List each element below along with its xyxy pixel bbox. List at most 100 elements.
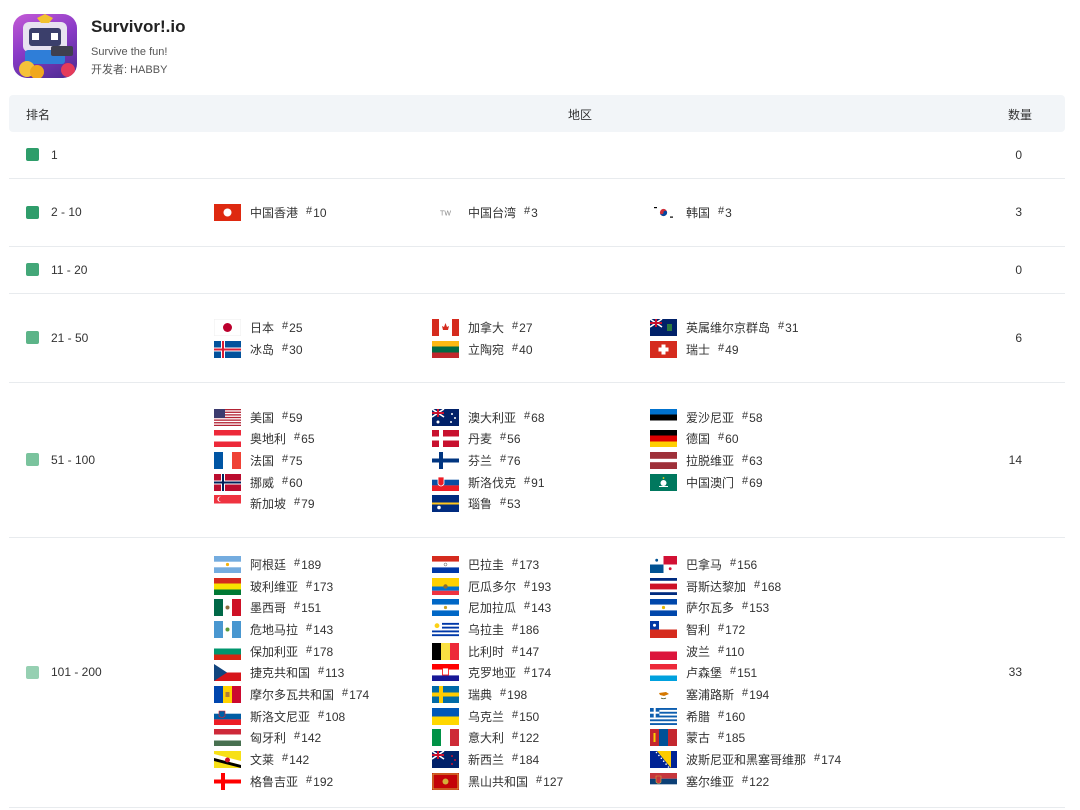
region-item[interactable]: 蒙古 185 xyxy=(650,727,841,749)
region-item[interactable]: 文莱 142 xyxy=(214,749,369,771)
app-icon[interactable] xyxy=(13,14,77,78)
region-item[interactable]: 新加坡 79 xyxy=(214,493,315,515)
region-item[interactable]: 日本 25 xyxy=(214,317,303,339)
region-rank: 122 xyxy=(742,774,769,789)
rank-color-square xyxy=(26,331,39,344)
ranking-table: 排名 地区 数量 102 - 10中国香港10TW中国台湾3韩国3311 - 2… xyxy=(9,95,1065,808)
region-item[interactable]: 玻利维亚 173 xyxy=(214,575,369,597)
flag-se-icon xyxy=(432,686,459,704)
header-count[interactable]: 数量 xyxy=(1008,106,1032,123)
region-item[interactable]: 黑山共和国 127 xyxy=(432,771,563,793)
region-rank: 193 xyxy=(524,579,551,594)
region-item[interactable]: 挪威 60 xyxy=(214,471,315,493)
region-item[interactable]: 塞浦路斯 194 xyxy=(650,684,841,706)
region-item[interactable]: TW 中国台湾 3 xyxy=(432,202,538,224)
region-item[interactable]: 匈牙利 142 xyxy=(214,727,369,749)
region-item[interactable]: 瑙鲁 53 xyxy=(432,493,545,515)
rank-cell: 21 - 50 xyxy=(26,331,88,345)
region-name: 瑞典 xyxy=(468,688,493,703)
region-item[interactable]: 波兰 110 xyxy=(650,640,841,662)
region-item[interactable]: 萨尔瓦多 153 xyxy=(650,597,841,619)
rank-range-label: 21 - 50 xyxy=(51,330,89,345)
region-item[interactable]: 卢森堡 151 xyxy=(650,662,841,684)
region-rank: 108 xyxy=(318,709,345,724)
region-item[interactable]: 厄瓜多尔 193 xyxy=(432,575,563,597)
region-rank: 56 xyxy=(500,431,520,446)
region-name: 波斯尼亚和黑塞哥维那 xyxy=(686,753,807,768)
flag-py-icon xyxy=(432,555,459,573)
region-name: 蒙古 xyxy=(686,731,711,746)
region-item[interactable]: 冰岛 30 xyxy=(214,338,303,360)
region-name: 摩尔多瓦共和国 xyxy=(250,688,335,703)
region-name: 韩国 xyxy=(686,206,711,221)
flag-nr-icon xyxy=(432,495,459,513)
region-rank: 194 xyxy=(742,687,769,702)
region-item[interactable]: 墨西哥 151 xyxy=(214,597,369,619)
region-item[interactable]: 立陶宛 40 xyxy=(432,338,533,360)
region-rank: 60 xyxy=(718,431,738,446)
region-item[interactable]: 格鲁吉亚 192 xyxy=(214,771,369,793)
region-item[interactable]: 中国香港 10 xyxy=(214,202,327,224)
region-item[interactable]: 智利 172 xyxy=(650,619,841,641)
region-item[interactable]: 阿根廷 189 xyxy=(214,554,369,576)
region-rank: 160 xyxy=(718,709,745,724)
region-item[interactable]: 英属维尔京群岛 31 xyxy=(650,317,799,339)
region-rank: 40 xyxy=(512,342,532,357)
region-name: 法国 xyxy=(250,453,275,468)
flag-fi-icon xyxy=(432,451,459,469)
region-item[interactable]: 乌克兰 150 xyxy=(432,705,563,727)
region-rank: 172 xyxy=(718,622,745,637)
region-item[interactable]: 美国 59 xyxy=(214,406,315,428)
region-item[interactable]: 斯洛文尼亚 108 xyxy=(214,705,369,727)
region-item[interactable]: 韩国 3 xyxy=(650,202,732,224)
region-rank: 113 xyxy=(318,665,344,680)
region-item[interactable]: 哥斯达黎加 168 xyxy=(650,575,841,597)
header-rank[interactable]: 排名 xyxy=(26,106,50,123)
region-item[interactable]: 拉脱维亚 63 xyxy=(650,450,763,472)
region-item[interactable]: 巴拉圭 173 xyxy=(432,554,563,576)
region-column: 爱沙尼亚 58 德国 60 拉脱维亚 63 中国澳门 69 xyxy=(650,406,763,493)
region-rank: 142 xyxy=(294,730,321,745)
region-item[interactable]: 危地马拉 143 xyxy=(214,619,369,641)
region-name: 日本 xyxy=(250,321,275,336)
flag-hr-icon xyxy=(432,664,459,682)
region-item[interactable]: 保加利亚 178 xyxy=(214,640,369,662)
region-item[interactable]: 巴拿马 156 xyxy=(650,554,841,576)
region-item[interactable]: 加拿大 27 xyxy=(432,317,533,339)
table-row: 10 xyxy=(9,132,1065,179)
region-item[interactable]: 意大利 122 xyxy=(432,727,563,749)
region-item[interactable]: 希腊 160 xyxy=(650,705,841,727)
region-item[interactable]: 中国澳门 69 xyxy=(650,471,763,493)
flag-ee-icon xyxy=(650,408,677,426)
region-column: 巴拉圭 173 厄瓜多尔 193 尼加拉瓜 143 乌拉圭 186 比利时 147 克罗地亚 174 瑞… xyxy=(432,554,563,793)
region-name: 巴拿马 xyxy=(686,557,723,572)
flag-sk-icon xyxy=(432,473,459,491)
region-item[interactable]: 乌拉圭 186 xyxy=(432,619,563,641)
region-item[interactable]: 斯洛伐克 91 xyxy=(432,471,545,493)
count-cell: 14 xyxy=(1008,452,1022,467)
rank-range-label: 2 - 10 xyxy=(51,205,82,219)
region-item[interactable]: 德国 60 xyxy=(650,428,763,450)
region-item[interactable]: 丹麦 56 xyxy=(432,428,545,450)
flag-is-icon xyxy=(214,340,241,358)
region-item[interactable]: 塞尔维亚 122 xyxy=(650,771,841,793)
region-item[interactable]: 瑞士 49 xyxy=(650,338,799,360)
region-item[interactable]: 奥地利 65 xyxy=(214,428,315,450)
region-item[interactable]: 波斯尼亚和黑塞哥维那 174 xyxy=(650,749,841,771)
region-name: 挪威 xyxy=(250,475,275,490)
region-name: 芬兰 xyxy=(468,453,493,468)
region-item[interactable]: 芬兰 76 xyxy=(432,450,545,472)
region-item[interactable]: 摩尔多瓦共和国 174 xyxy=(214,684,369,706)
flag-ba-icon xyxy=(650,751,677,769)
table-header: 排名 地区 数量 xyxy=(9,95,1065,132)
region-item[interactable]: 克罗地亚 174 xyxy=(432,662,563,684)
region-item[interactable]: 捷克共和国 113 xyxy=(214,662,369,684)
region-item[interactable]: 爱沙尼亚 58 xyxy=(650,406,763,428)
region-column: 韩国 3 xyxy=(650,202,732,224)
region-item[interactable]: 新西兰 184 xyxy=(432,749,563,771)
region-item[interactable]: 法国 75 xyxy=(214,450,315,472)
region-item[interactable]: 尼加拉瓜 143 xyxy=(432,597,563,619)
region-item[interactable]: 澳大利亚 68 xyxy=(432,406,545,428)
region-item[interactable]: 比利时 147 xyxy=(432,640,563,662)
region-item[interactable]: 瑞典 198 xyxy=(432,684,563,706)
